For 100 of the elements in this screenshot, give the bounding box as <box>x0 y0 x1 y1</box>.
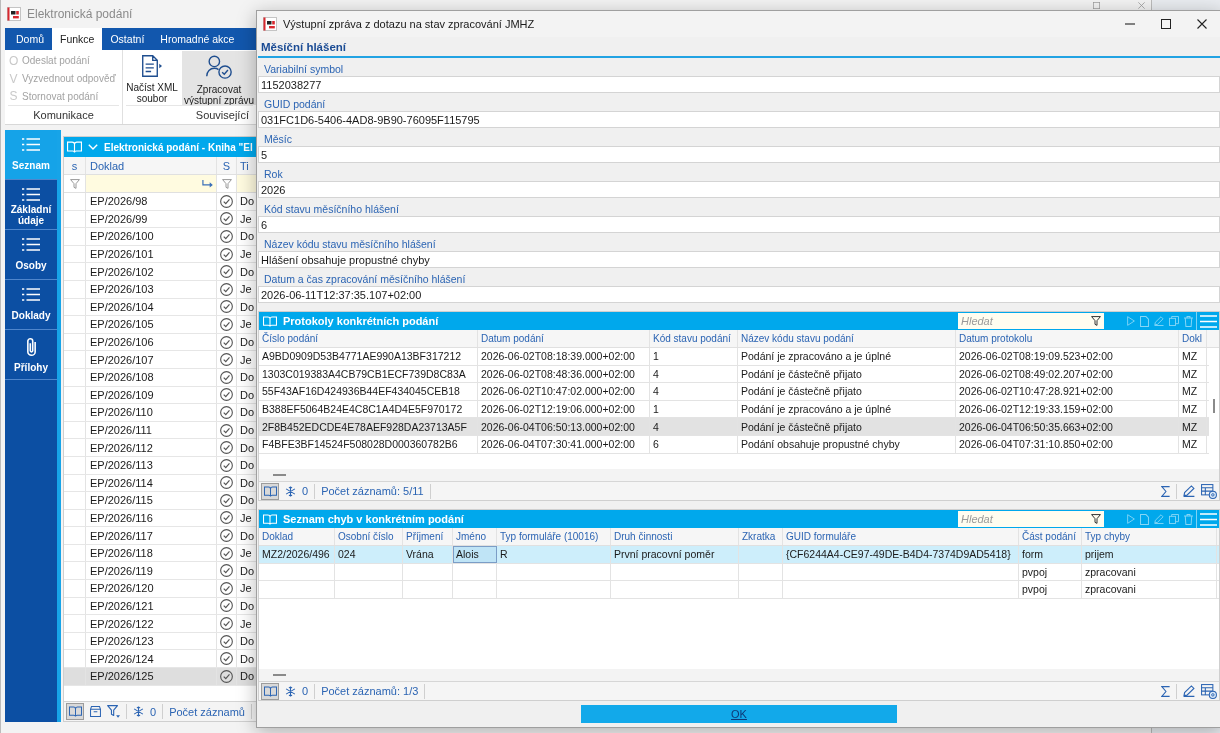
ribbon-tab[interactable]: Domů <box>8 28 52 50</box>
column-header[interactable]: Osobní číslo <box>335 528 403 545</box>
text-field[interactable]: 031FC1D6-5406-4AD8-9B90-76095F115795 <box>258 111 1220 128</box>
column-header[interactable]: Číslo podání <box>259 330 478 347</box>
table-row[interactable]: MZ2/2026/496 024 Vrána Alois R První pracovní poměr {CF6244A4-CE97-49DE-B4D4-7374D9AD5418} form prijem <box>259 546 1219 564</box>
text-field[interactable]: 2026 <box>258 181 1220 198</box>
table-row[interactable]: EP/2026/120 Je <box>64 580 256 598</box>
table-row[interactable]: A9BD0909D53B4771AE990A13BF317212 2026-06-02T08:18:39.000+02:00 1 Podání je zpracováno a je úplné 2026-06-02T08:19:09.523+02:00 MZ <box>259 348 1209 366</box>
table-row[interactable]: EP/2026/122 Je <box>64 615 256 633</box>
column-header[interactable]: Název kódu stavu podání <box>738 330 956 347</box>
view-toggle-button[interactable] <box>66 703 84 720</box>
table-row[interactable]: EP/2026/125 Do <box>64 668 256 686</box>
table-row[interactable]: EP/2026/117 Do <box>64 527 256 545</box>
pencil-icon[interactable] <box>1183 485 1195 497</box>
document-icon[interactable] <box>1140 315 1149 327</box>
column-header[interactable]: Typ formuláře (10016) <box>497 528 611 545</box>
copy-icon[interactable] <box>1169 514 1179 524</box>
scrollbar-thumb[interactable] <box>273 674 286 676</box>
table-cell: EP/2026/102 <box>86 263 217 280</box>
table-row[interactable]: pvpoj zpracovani <box>259 581 1219 599</box>
copy-icon[interactable] <box>1169 316 1179 326</box>
trash-icon[interactable] <box>1184 513 1193 525</box>
view-toggle-button[interactable] <box>261 682 279 700</box>
section-title: Měsíční hlášení <box>261 40 346 53</box>
column-header[interactable]: Jméno <box>453 528 497 545</box>
column-header[interactable]: Kód stavu podání <box>650 330 738 347</box>
ribbon-button[interactable]: Zpracovat výstupní zprávu <box>182 51 256 105</box>
table-row[interactable]: EP/2026/102 Do <box>64 263 256 281</box>
column-header[interactable]: Druh činnosti <box>611 528 739 545</box>
text-field[interactable]: 6 <box>258 216 1220 233</box>
play-icon[interactable] <box>1127 316 1135 326</box>
table-settings-icon[interactable] <box>1201 483 1217 499</box>
document-icon[interactable] <box>1140 513 1149 525</box>
column-header[interactable]: Zkratka <box>739 528 783 545</box>
table-row[interactable]: EP/2026/124 Do <box>64 650 256 669</box>
sidebar-item[interactable]: Základní údaje <box>5 180 57 230</box>
trash-icon[interactable] <box>1184 315 1193 327</box>
ribbon-button[interactable]: Načíst XML soubor <box>124 51 180 105</box>
scrollbar-thumb[interactable] <box>273 474 286 476</box>
sidebar-item[interactable]: Osoby <box>5 230 57 280</box>
table-cell-text: Do <box>239 335 256 351</box>
search-field[interactable]: Hledat <box>958 313 1104 329</box>
column-header[interactable]: Ti <box>237 157 256 174</box>
filter-icon[interactable] <box>1091 514 1101 524</box>
snowflake-icon[interactable] <box>285 685 296 697</box>
table-row[interactable]: EP/2026/112 Do <box>64 439 256 457</box>
snowflake-icon[interactable] <box>133 706 144 717</box>
table-row[interactable]: EP/2026/115 Do <box>64 492 256 510</box>
column-header[interactable]: Doklad <box>86 157 217 174</box>
column-header[interactable]: GUID formuláře <box>783 528 1019 545</box>
column-header[interactable]: Datum podání <box>478 330 650 347</box>
ribbon-tab[interactable]: Ostatní <box>102 28 153 50</box>
filter-icon[interactable] <box>107 705 120 718</box>
view-toggle-button[interactable] <box>261 482 279 500</box>
column-header[interactable]: Doklad <box>259 528 335 545</box>
text-field[interactable]: Hlášení obsahuje propustné chyby <box>258 251 1220 268</box>
table-settings-icon[interactable] <box>1201 683 1217 699</box>
table-row[interactable]: 55F43AF16D424936B44EF434045CEB18 2026-06-02T10:47:02.000+02:00 4 Podání je částečně přijato 2026-06-02T10:47:28.921+02:00 MZ <box>259 383 1209 401</box>
column-header[interactable]: Dokl <box>1179 330 1207 347</box>
ok-button[interactable]: OK <box>581 705 897 723</box>
column-header[interactable]: s <box>64 157 86 174</box>
text-field[interactable]: 2026-06-11T12:37:35.107+02:00 <box>258 286 1220 303</box>
pencil-icon[interactable] <box>1183 685 1195 697</box>
table-row[interactable]: EP/2026/98 Do <box>64 193 256 211</box>
sidebar-item[interactable]: Doklady <box>5 280 57 330</box>
search-field[interactable]: Hledat <box>958 511 1104 527</box>
table-row[interactable]: EP/2026/105 Je <box>64 316 256 334</box>
play-icon[interactable] <box>1127 514 1135 524</box>
column-header[interactable]: S <box>217 157 237 174</box>
sum-icon[interactable] <box>1161 485 1170 497</box>
scrollbar-thumb[interactable] <box>1213 399 1215 413</box>
table-row[interactable]: 2F8B452EDCDE4E78AEF928DA23713A5F 2026-06-04T06:50:13.000+02:00 4 Podání je částečně přijato 2026-06-04T06:50:35.663+02:00 MZ <box>259 418 1209 436</box>
sum-icon[interactable] <box>1161 685 1170 697</box>
book-icon[interactable] <box>263 513 277 525</box>
ribbon-tab[interactable]: Funkce <box>52 28 103 50</box>
box-icon[interactable] <box>90 706 101 717</box>
column-header[interactable]: Datum protokolu <box>956 330 1179 347</box>
text-field[interactable]: 1152038277 <box>258 76 1220 93</box>
column-header[interactable]: Typ chyby <box>1082 528 1217 545</box>
table-row[interactable]: EP/2026/119 Do <box>64 562 256 581</box>
book-icon[interactable] <box>263 315 277 327</box>
sidebar-item[interactable]: Přílohy <box>5 330 57 380</box>
ribbon-tab[interactable]: Hromadné akce <box>152 28 243 50</box>
chevron-down-icon[interactable] <box>88 144 98 150</box>
table-row[interactable]: EP/2026/100 Do <box>64 228 256 246</box>
book-icon[interactable] <box>67 141 82 153</box>
maximize-icon[interactable] <box>1161 19 1171 29</box>
table-row[interactable]: EP/2026/110 Do <box>64 404 256 422</box>
snowflake-icon[interactable] <box>285 485 296 497</box>
table-cell: EP/2026/125 <box>86 668 217 685</box>
menu-icon[interactable] <box>1200 512 1217 526</box>
table-row[interactable]: EP/2026/107 Je <box>64 351 256 369</box>
text-field[interactable]: 5 <box>258 146 1220 163</box>
close-icon[interactable] <box>1197 19 1207 29</box>
filter-field[interactable] <box>86 175 217 192</box>
column-header[interactable]: Část podání <box>1019 528 1082 545</box>
column-header[interactable]: Příjmení <box>403 528 453 545</box>
menu-icon[interactable] <box>1200 314 1217 328</box>
filter-field[interactable] <box>237 175 256 192</box>
filter-icon[interactable] <box>1091 316 1101 326</box>
